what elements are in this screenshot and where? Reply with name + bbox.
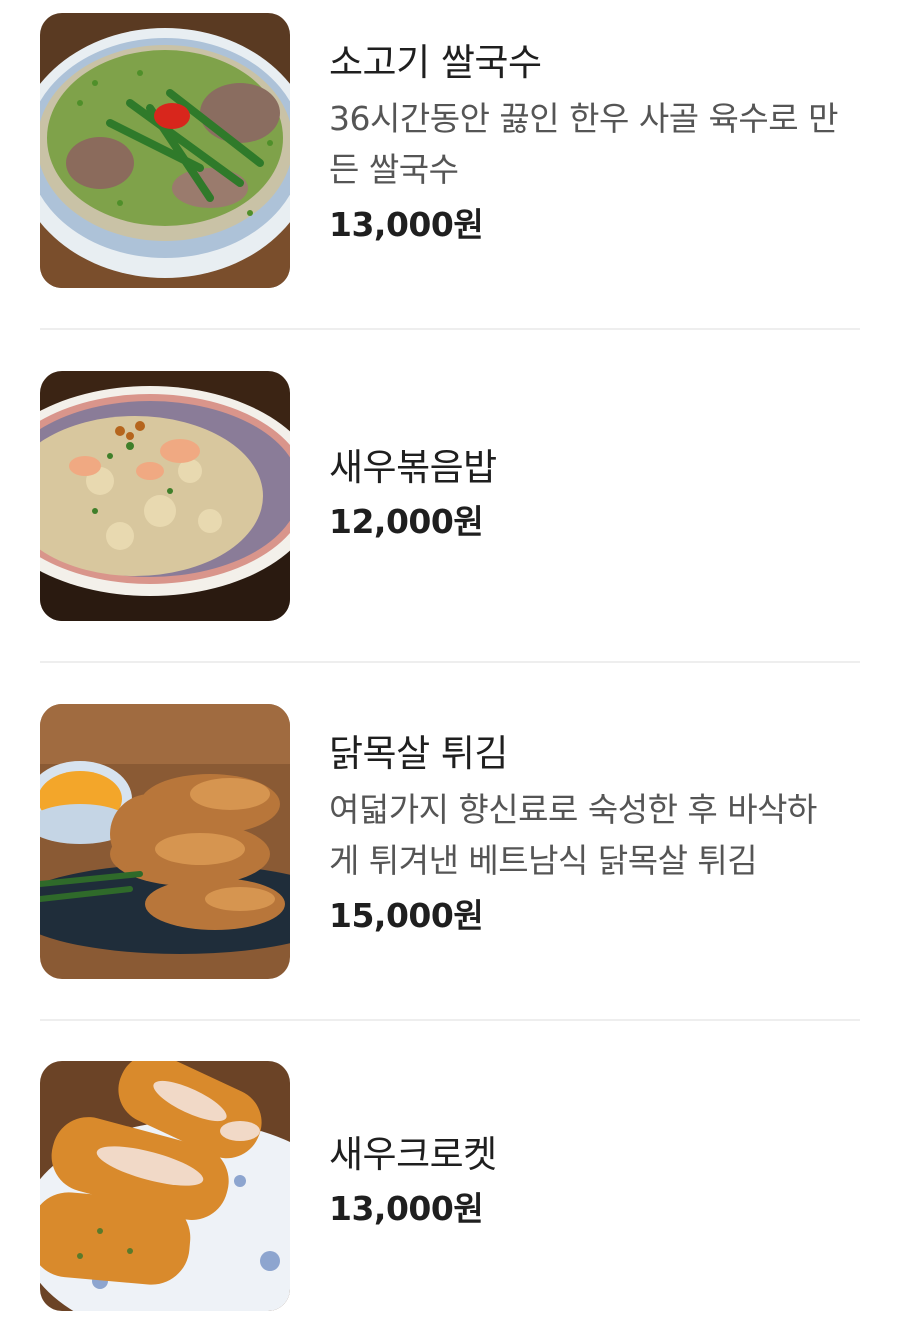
- menu-item[interactable]: 새우크로켓 13,000원: [40, 1061, 860, 1311]
- menu-item[interactable]: 닭목살 튀김 여덟가지 향신료로 숙성한 후 바삭하 게 튀겨낸 베트남식 닭목…: [40, 704, 860, 979]
- menu-item-price: 13,000원: [329, 205, 484, 244]
- menu-item-price: 12,000원: [329, 502, 484, 541]
- fried-chicken-neck-photo: [40, 704, 290, 979]
- beef-pho-photo: [40, 13, 290, 288]
- divider: [40, 1019, 860, 1021]
- menu-item-description: 36시간동안 끓인 한우 사골 육수로 만 든 쌀국수: [329, 93, 860, 195]
- menu-item-price: 13,000원: [329, 1189, 484, 1228]
- menu-item-description-line: 36시간동안 끓인 한우 사골 육수로 만: [329, 99, 838, 138]
- divider: [40, 328, 860, 330]
- shrimp-croquette-photo: [40, 1061, 290, 1311]
- shrimp-fried-rice-photo: [40, 371, 290, 621]
- menu-item[interactable]: 소고기 쌀국수 36시간동안 끓인 한우 사골 육수로 만 든 쌀국수 13,0…: [40, 13, 860, 289]
- menu-item-price: 15,000원: [329, 896, 484, 935]
- menu-item-description-line: 든 쌀국수: [329, 150, 459, 189]
- menu-item-name: 새우볶음밥: [329, 446, 497, 489]
- divider: [40, 661, 860, 663]
- menu-item-name: 소고기 쌀국수: [329, 41, 542, 84]
- menu-item-name: 닭목살 튀김: [329, 732, 508, 775]
- menu-item-name: 새우크로켓: [329, 1133, 497, 1176]
- menu-item-description-line: 게 튀겨낸 베트남식 닭목살 튀김: [329, 841, 758, 880]
- menu-item-description-line: 여덟가지 향신료로 숙성한 후 바삭하: [329, 790, 817, 829]
- menu-item[interactable]: 새우볶음밥 12,000원: [40, 371, 860, 621]
- menu-item-description: 여덟가지 향신료로 숙성한 후 바삭하 게 튀겨낸 베트남식 닭목살 튀김: [329, 784, 860, 886]
